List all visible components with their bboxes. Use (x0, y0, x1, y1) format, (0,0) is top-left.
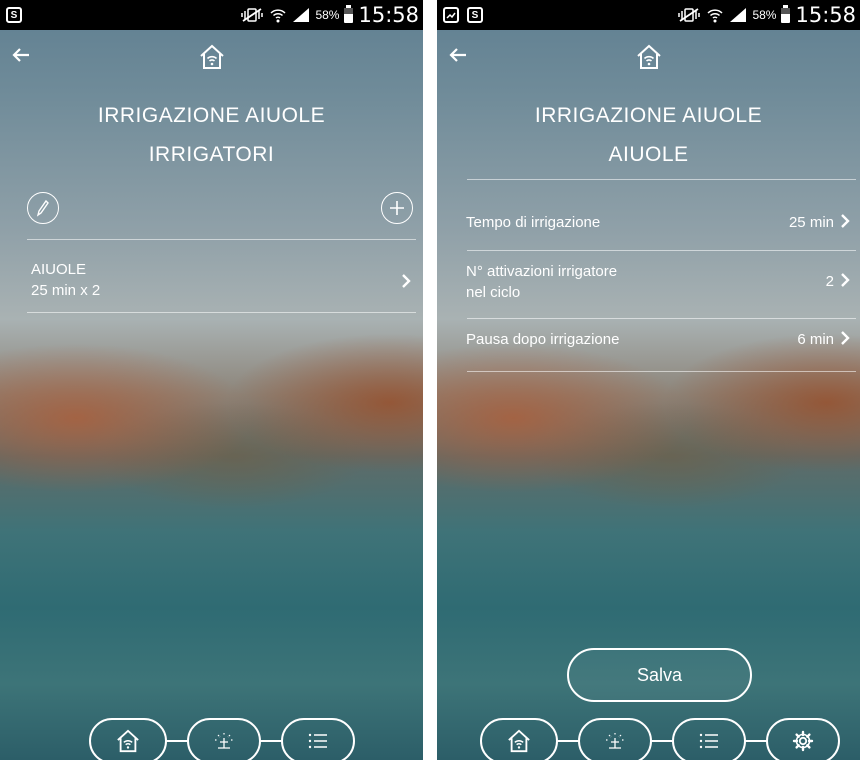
home-icon[interactable] (635, 44, 663, 70)
irrigators-screen: S 58% 15:58 IRRIGAZIONE AIUOLE IRRIGATOR… (0, 0, 423, 760)
nav-connector (651, 740, 673, 742)
nav-connector (166, 740, 188, 742)
save-button[interactable]: Salva (567, 648, 752, 702)
gear-icon (792, 730, 814, 752)
list-icon (699, 733, 718, 749)
image-icon (443, 7, 459, 23)
vibrate-mute-icon (241, 8, 264, 22)
setting-value: 2 (825, 273, 834, 290)
setting-label-cont: nel ciclo (466, 284, 521, 301)
battery-percent: 58% (752, 8, 777, 22)
shield-app-icon: S (467, 7, 483, 23)
setting-pause[interactable]: Pausa dopo irrigazione 6 min (437, 319, 860, 371)
chevron-right-icon (841, 214, 850, 228)
setting-label: Tempo di irrigazione (466, 214, 601, 231)
list-icon (308, 733, 327, 749)
page-title: IRRIGAZIONE AIUOLE (97, 104, 326, 127)
list-item[interactable]: AIUOLE 25 min x 2 (0, 240, 423, 312)
signal-icon (293, 8, 310, 22)
sprinkler-icon (606, 733, 624, 749)
vibrate-mute-icon (678, 8, 701, 22)
chevron-right-icon (841, 273, 850, 287)
back-arrow-icon[interactable] (449, 48, 467, 62)
clock: 15:58 (358, 3, 419, 27)
nav-home-button[interactable] (89, 718, 167, 760)
pencil-icon (36, 199, 49, 217)
nav-list-button[interactable] (672, 718, 746, 760)
nav-sprinkler-button[interactable] (187, 718, 261, 760)
battery-percent: 58% (315, 8, 340, 22)
edit-button[interactable] (27, 192, 59, 224)
nav-settings-button[interactable] (766, 718, 840, 760)
back-arrow-icon[interactable] (12, 48, 30, 62)
nav-sprinkler-button[interactable] (578, 718, 652, 760)
nav-list-button[interactable] (281, 718, 355, 760)
signal-icon (730, 8, 747, 22)
battery-icon (781, 4, 791, 23)
page-subtitle: AIUOLE (608, 143, 689, 166)
plus-icon (390, 201, 404, 215)
home-icon[interactable] (198, 44, 226, 70)
wifi-icon (707, 9, 723, 23)
setting-label: N° attivazioni irrigatore (466, 263, 618, 280)
nav-home-button[interactable] (480, 718, 558, 760)
page-subtitle: IRRIGATORI (148, 143, 275, 166)
setting-activations[interactable]: N° attivazioni irrigatore nel ciclo 2 (437, 251, 860, 318)
status-bar: S 58% 15:58 (437, 0, 860, 30)
shield-app-icon: S (6, 7, 22, 23)
sprinkler-icon (215, 733, 233, 749)
wifi-icon (270, 9, 286, 23)
add-button[interactable] (381, 192, 413, 224)
clock: 15:58 (795, 3, 856, 27)
chevron-right-icon (402, 274, 411, 288)
divider (27, 312, 416, 313)
setting-label: Pausa dopo irrigazione (466, 331, 620, 348)
nav-connector (745, 740, 767, 742)
home-icon (508, 729, 530, 753)
setting-value: 25 min (788, 214, 834, 231)
divider (467, 371, 856, 372)
setting-value: 6 min (797, 331, 834, 348)
item-detail: 25 min x 2 (31, 282, 101, 299)
setting-irrigation-time[interactable]: Tempo di irrigazione 25 min (437, 180, 860, 250)
home-icon (117, 729, 139, 753)
nav-connector (260, 740, 282, 742)
status-bar: S 58% 15:58 (0, 0, 423, 30)
page-title: IRRIGAZIONE AIUOLE (534, 104, 763, 127)
item-name: AIUOLE (31, 261, 87, 278)
nav-connector (557, 740, 579, 742)
irrigator-settings-screen: S 58% 15:58 IRRIGAZIONE AIUOLE AIUOLE Te… (437, 0, 860, 760)
chevron-right-icon (841, 331, 850, 345)
battery-icon (344, 4, 354, 23)
